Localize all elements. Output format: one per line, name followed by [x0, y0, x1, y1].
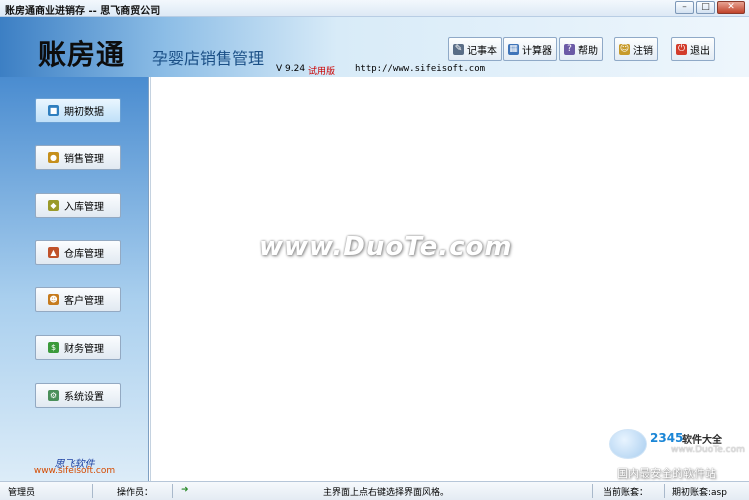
- minimize-button[interactable]: –: [675, 1, 694, 14]
- site-logo-url: www.DuoTe.com: [671, 445, 745, 455]
- brand-url[interactable]: www.sifeisoft.com: [0, 466, 149, 476]
- site-logo-slogan: 国内最安全的软件站: [617, 467, 716, 480]
- site-logo-overlay: 2345 软件大全 www.DuoTe.com 国内最安全的软件站: [607, 427, 749, 480]
- status-period: 期初账套:asp: [672, 488, 727, 498]
- sidebar-item-label: 期初数据: [64, 107, 104, 118]
- sidebar-item-settings[interactable]: ⚙ 系统设置: [35, 383, 121, 408]
- notepad-label: 记事本: [467, 45, 497, 57]
- power-icon: ⏻: [676, 43, 687, 55]
- gear-icon: ⚙: [48, 390, 59, 401]
- sidebar-item-opening-data[interactable]: ■ 期初数据: [35, 98, 121, 123]
- sidebar-item-label: 销售管理: [64, 154, 104, 165]
- status-divider: [172, 484, 173, 498]
- logout-label: 注销: [633, 45, 653, 57]
- main-content-area[interactable]: www.DuoTe.com: [150, 77, 749, 481]
- version-label: V 9.24: [276, 64, 306, 74]
- mascot-icon: [609, 429, 647, 459]
- status-user: 管理员: [8, 488, 36, 498]
- sidebar-item-warehouse[interactable]: ▲ 仓库管理: [35, 240, 121, 265]
- status-operator-label: 操作员：: [117, 488, 154, 498]
- site-logo-text: 软件大全: [682, 435, 722, 446]
- status-bar: 管理员 操作员： ➜ 主界面上点右键选择界面风格。 当前账套： 期初账套:asp: [0, 481, 749, 500]
- status-divider: [92, 484, 93, 498]
- status-account-label: 当前账套：: [603, 488, 649, 498]
- sidebar-item-customers[interactable]: ☻ 客户管理: [35, 287, 121, 312]
- box-icon: ◆: [48, 200, 59, 211]
- window-title: 账房通商业进销存 -- 思飞商贸公司: [5, 6, 161, 17]
- sidebar-item-inbound[interactable]: ◆ 入库管理: [35, 193, 121, 218]
- watermark-text: www.DuoTe.com: [259, 232, 513, 262]
- window-controls: – □ ✕: [675, 1, 745, 14]
- calculator-icon: ▦: [508, 43, 519, 55]
- warehouse-icon: ▲: [48, 247, 59, 258]
- logout-icon: ☺: [619, 43, 630, 55]
- exit-button[interactable]: ⏻ 退出: [671, 37, 715, 61]
- sidebar-item-label: 客户管理: [64, 296, 104, 307]
- book-icon: ■: [48, 105, 59, 116]
- help-button[interactable]: ? 帮助: [559, 37, 603, 61]
- app-logo: 账房通: [38, 38, 126, 71]
- sidebar: ■ 期初数据 ● 销售管理 ◆ 入库管理 ▲ 仓库管理 ☻ 客户管理 $ 财务管…: [0, 77, 149, 481]
- status-divider: [664, 484, 665, 498]
- sidebar-item-label: 系统设置: [64, 392, 104, 403]
- sidebar-item-finance[interactable]: $ 财务管理: [35, 335, 121, 360]
- notepad-icon: ✎: [453, 43, 464, 55]
- notepad-button[interactable]: ✎ 记事本: [448, 37, 502, 61]
- arrow-right-icon: ➜: [181, 485, 189, 495]
- logout-button[interactable]: ☺ 注销: [614, 37, 658, 61]
- sidebar-item-label: 入库管理: [64, 202, 104, 213]
- close-button[interactable]: ✕: [717, 1, 745, 14]
- sidebar-item-label: 财务管理: [64, 344, 104, 355]
- website-url: http://www.sifeisoft.com: [355, 64, 486, 74]
- app-subtitle: 孕婴店销售管理: [152, 49, 265, 68]
- help-label: 帮助: [578, 45, 598, 57]
- site-logo-number: 2345: [650, 431, 684, 445]
- cart-icon: ●: [48, 152, 59, 163]
- status-hint: 主界面上点右键选择界面风格。: [323, 488, 450, 498]
- app-header: 账房通 孕婴店销售管理 V 9.24 试用版 http://www.sifeis…: [0, 17, 749, 77]
- calculator-button[interactable]: ▦ 计算器: [503, 37, 557, 61]
- sidebar-item-label: 仓库管理: [64, 249, 104, 260]
- calculator-label: 计算器: [522, 45, 552, 57]
- sidebar-item-sales[interactable]: ● 销售管理: [35, 145, 121, 170]
- status-divider: [592, 484, 593, 498]
- maximize-button[interactable]: □: [696, 1, 715, 14]
- users-icon: ☻: [48, 294, 59, 305]
- money-icon: $: [48, 342, 59, 353]
- exit-label: 退出: [690, 45, 710, 57]
- trial-label: 试用版: [308, 67, 336, 77]
- help-icon: ?: [564, 43, 575, 55]
- title-bar: 账房通商业进销存 -- 思飞商贸公司 – □ ✕: [0, 0, 749, 17]
